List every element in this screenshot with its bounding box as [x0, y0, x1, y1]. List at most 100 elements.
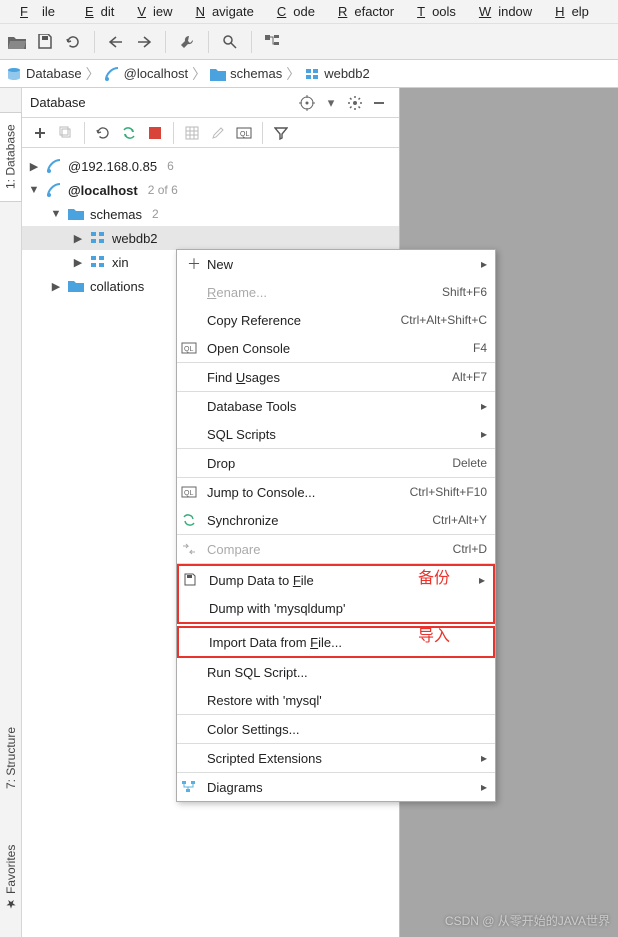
chevron-right-icon: 〉: [192, 64, 206, 84]
tree-node-19216808[interactable]: ▶ @192.168.0.85 6: [22, 154, 399, 178]
console-icon: QL: [181, 486, 207, 498]
menu-item-rename: Rename...Shift+F6: [177, 278, 495, 306]
submenu-arrow-icon: ▸: [481, 257, 487, 271]
left-tab-database[interactable]: 1: Database: [0, 112, 22, 202]
open-icon[interactable]: [6, 31, 28, 53]
add-icon[interactable]: [28, 121, 52, 145]
minimize-icon[interactable]: [367, 91, 391, 115]
node-count: 2 of 6: [148, 183, 178, 197]
menu-item-scripted-extensions[interactable]: Scripted Extensions▸: [177, 744, 495, 772]
separator: [251, 31, 252, 53]
node-label: webdb2: [112, 231, 158, 246]
separator: [94, 31, 95, 53]
save-icon[interactable]: [34, 31, 56, 53]
target-icon[interactable]: [295, 91, 319, 115]
table-icon[interactable]: [180, 121, 204, 145]
svg-text:QL: QL: [184, 490, 193, 497]
tree-node-webdb2[interactable]: ▶ webdb2: [22, 226, 399, 250]
menu-item-open-console[interactable]: QL Open ConsoleF4: [177, 334, 495, 362]
node-label: @localhost: [68, 183, 138, 198]
menu-bar: File Edit View Navigate Code Refactor To…: [0, 0, 618, 24]
folder-icon: [68, 206, 84, 222]
chevron-right-icon: ▶: [72, 256, 84, 269]
sync-icon: [181, 513, 207, 527]
menu-item-new[interactable]: ＋ New▸: [177, 250, 495, 278]
schema-icon: [90, 254, 106, 270]
gear-icon[interactable]: [343, 91, 367, 115]
menu-item-sql-scripts[interactable]: SQL Scripts▸: [177, 420, 495, 448]
separator: [165, 31, 166, 53]
panel-toolbar: QL: [22, 118, 399, 148]
diagram-icon: [181, 780, 207, 794]
separator: [208, 31, 209, 53]
datasource-icon: [46, 182, 62, 198]
menu-item-run-sql-script[interactable]: Run SQL Script...: [177, 658, 495, 686]
menu-item-drop[interactable]: DropDelete: [177, 449, 495, 477]
menu-item-dump-mysqldump[interactable]: Dump with 'mysqldump': [179, 594, 493, 622]
menu-window[interactable]: Window: [465, 4, 539, 19]
schema-icon: [90, 230, 106, 246]
console-icon: QL: [181, 342, 207, 354]
back-icon[interactable]: [105, 31, 127, 53]
chevron-right-icon: ▶: [50, 280, 62, 293]
left-tab-favorites[interactable]: ★ Favorites: [0, 838, 22, 918]
left-tab-structure[interactable]: 7: Structure: [0, 718, 22, 798]
menu-item-find-usages[interactable]: Find UsagesAlt+F7: [177, 363, 495, 391]
menu-code[interactable]: Code: [263, 4, 322, 19]
chevron-right-icon: ▶: [28, 160, 40, 173]
breadcrumb: Database 〉 @localhost 〉 schemas 〉 webdb2: [0, 60, 618, 88]
node-label: @192.168.0.85: [68, 159, 157, 174]
crumb-label: Database: [26, 66, 82, 81]
refresh-icon[interactable]: [62, 31, 84, 53]
search-icon[interactable]: [219, 31, 241, 53]
separator: [84, 122, 85, 144]
crumb-webdb2[interactable]: webdb2: [304, 66, 370, 81]
menu-view[interactable]: View: [123, 4, 179, 19]
crumb-schemas[interactable]: schemas: [210, 66, 282, 81]
menu-item-color-settings[interactable]: Color Settings...: [177, 715, 495, 743]
settings-dropdown-icon[interactable]: ▾: [319, 91, 343, 115]
menu-item-jump-to-console[interactable]: QL Jump to Console...Ctrl+Shift+F10: [177, 478, 495, 506]
node-label: schemas: [90, 207, 142, 222]
menu-tools[interactable]: Tools: [403, 4, 463, 19]
menu-edit[interactable]: Edit: [71, 4, 121, 19]
console-icon[interactable]: QL: [232, 121, 256, 145]
node-label: collations: [90, 279, 144, 294]
menu-refactor[interactable]: Refactor: [324, 4, 401, 19]
compare-icon: [181, 542, 207, 556]
structure-icon[interactable]: [262, 31, 284, 53]
crumb-localhost[interactable]: @localhost: [104, 66, 189, 82]
chevron-right-icon: 〉: [286, 64, 300, 84]
menu-file[interactable]: File: [6, 4, 69, 19]
wrench-icon[interactable]: [176, 31, 198, 53]
forward-icon[interactable]: [133, 31, 155, 53]
context-menu: ＋ New▸ Rename...Shift+F6 Copy ReferenceC…: [176, 249, 496, 802]
crumb-label: @localhost: [124, 66, 189, 81]
submenu-arrow-icon: ▸: [481, 427, 487, 441]
plus-icon: ＋: [181, 254, 207, 274]
menu-item-database-tools[interactable]: Database Tools▸: [177, 392, 495, 420]
menu-item-synchronize[interactable]: SynchronizeCtrl+Alt+Y: [177, 506, 495, 534]
chevron-down-icon: ▼: [50, 208, 62, 220]
menu-help[interactable]: Help: [541, 4, 596, 19]
edit-icon[interactable]: [206, 121, 230, 145]
svg-text:QL: QL: [240, 131, 249, 138]
tree-node-schemas[interactable]: ▼ schemas 2: [22, 202, 399, 226]
folder-icon: [68, 278, 84, 294]
duplicate-icon[interactable]: [54, 121, 78, 145]
annotation-import: 导入: [418, 622, 450, 646]
crumb-database[interactable]: Database: [6, 66, 82, 82]
stop-icon[interactable]: [143, 121, 167, 145]
main-toolbar: [0, 24, 618, 60]
crumb-label: webdb2: [324, 66, 370, 81]
filter-icon[interactable]: [269, 121, 293, 145]
menu-item-restore-mysql[interactable]: Restore with 'mysql': [177, 686, 495, 714]
menu-item-copy-reference[interactable]: Copy ReferenceCtrl+Alt+Shift+C: [177, 306, 495, 334]
menu-item-diagrams[interactable]: Diagrams▸: [177, 773, 495, 801]
watermark: CSDN @ 从零开始的JAVA世界: [445, 912, 610, 929]
menu-navigate[interactable]: Navigate: [182, 4, 261, 19]
tree-node-localhost[interactable]: ▼ @localhost 2 of 6: [22, 178, 399, 202]
sync-icon[interactable]: [117, 121, 141, 145]
refresh-icon[interactable]: [91, 121, 115, 145]
panel-title: Database: [30, 95, 295, 110]
